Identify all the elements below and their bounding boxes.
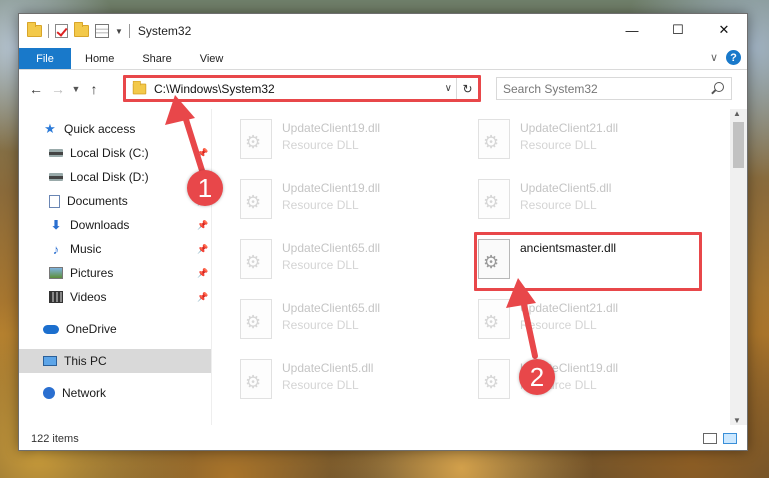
annotation-arrows bbox=[165, 95, 538, 359]
callout-badge-2: 2 bbox=[519, 359, 555, 395]
arrow-2 bbox=[506, 278, 538, 359]
arrow-1 bbox=[165, 95, 208, 183]
callout-badge-1: 1 bbox=[187, 170, 223, 206]
